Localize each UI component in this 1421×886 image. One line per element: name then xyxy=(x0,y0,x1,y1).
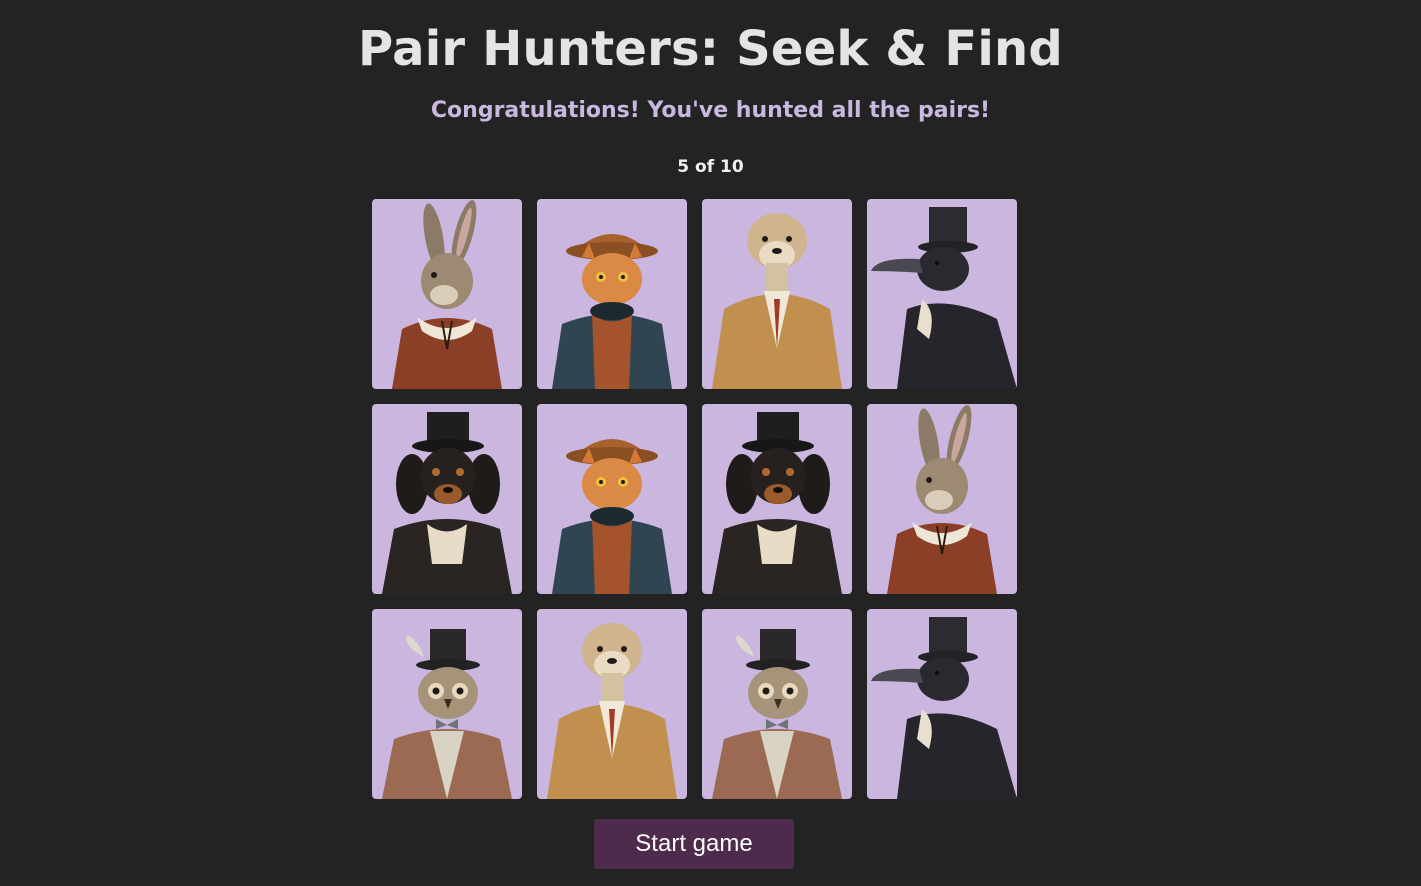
card-cat[interactable] xyxy=(537,199,687,389)
pair-counter: 5 of 10 xyxy=(677,157,744,177)
card-otter[interactable] xyxy=(702,199,852,389)
cat-portrait-icon xyxy=(552,439,672,594)
card-owl[interactable] xyxy=(702,609,852,799)
card-crow[interactable] xyxy=(867,609,1017,799)
otter-portrait-icon xyxy=(712,213,842,389)
rabbit-portrait-icon xyxy=(887,405,997,594)
game-page: Pair Hunters: Seek & Find Congratulation… xyxy=(0,0,1421,886)
page-title: Pair Hunters: Seek & Find xyxy=(358,21,1063,77)
dog-portrait-icon xyxy=(712,412,842,594)
win-message: Congratulations! You've hunted all the p… xyxy=(430,98,991,123)
crow-portrait-icon xyxy=(871,617,1017,799)
card-rabbit[interactable] xyxy=(867,404,1017,594)
card-crow[interactable] xyxy=(867,199,1017,389)
owl-portrait-icon xyxy=(712,629,842,799)
card-otter[interactable] xyxy=(537,609,687,799)
card-cat[interactable] xyxy=(537,404,687,594)
card-dog[interactable] xyxy=(702,404,852,594)
card-grid xyxy=(372,199,1017,799)
cat-portrait-icon xyxy=(552,234,672,389)
start-game-button[interactable]: Start game xyxy=(594,819,794,869)
otter-portrait-icon xyxy=(547,623,677,799)
rabbit-portrait-icon xyxy=(392,200,502,389)
owl-portrait-icon xyxy=(382,629,512,799)
card-dog[interactable] xyxy=(372,404,522,594)
card-owl[interactable] xyxy=(372,609,522,799)
dog-portrait-icon xyxy=(382,412,512,594)
card-rabbit[interactable] xyxy=(372,199,522,389)
crow-portrait-icon xyxy=(871,207,1017,389)
